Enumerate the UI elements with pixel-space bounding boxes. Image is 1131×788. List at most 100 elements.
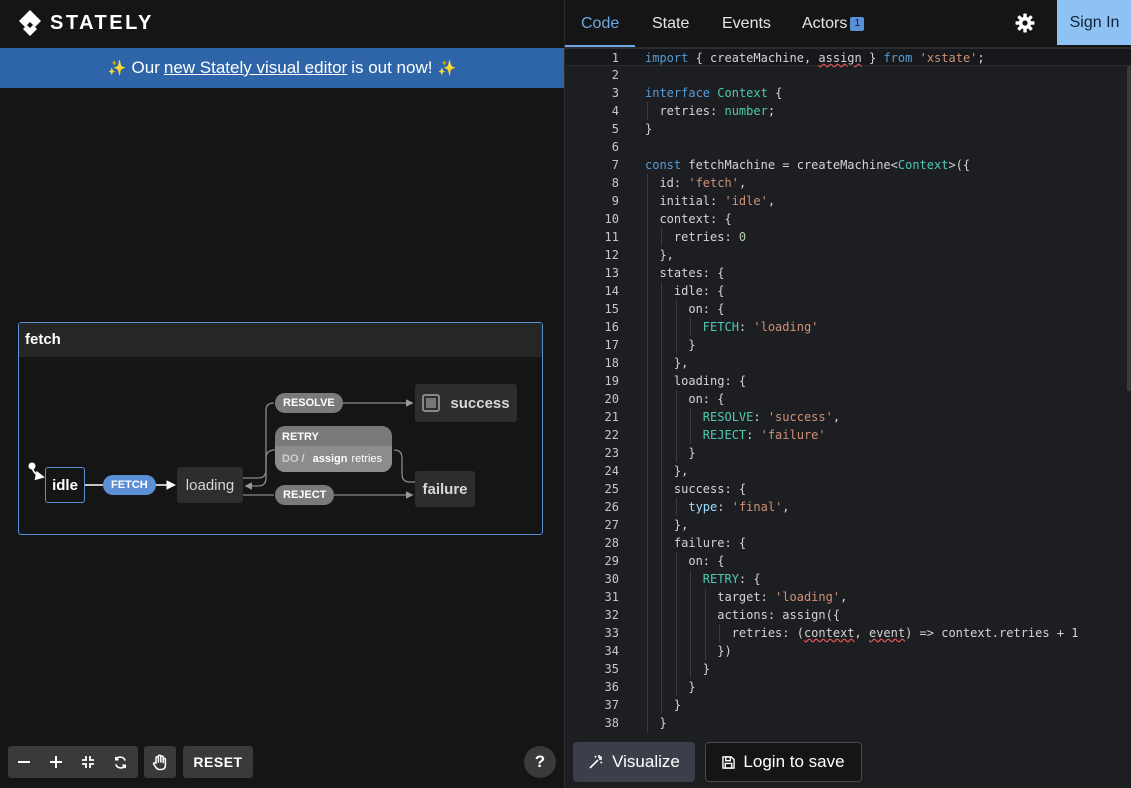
code-editor[interactable]: 1 import { createMachine, assign } from '… [565, 48, 1131, 732]
code-line[interactable]: 9 initial: 'idle', [565, 192, 1131, 210]
state-failure[interactable]: failure [415, 471, 475, 507]
code-text: FETCH: 'loading' [702, 320, 819, 334]
event-reject[interactable]: REJECT [275, 485, 335, 505]
editor-scrollbar[interactable] [1127, 66, 1131, 391]
final-state-icon [422, 394, 441, 412]
fit-view-icon [82, 756, 94, 768]
code-line[interactable]: 13 states: { [565, 264, 1131, 282]
code-line[interactable]: 26 type: 'final', [565, 498, 1131, 516]
code-line[interactable]: 37 } [565, 696, 1131, 714]
code-text: retries: number; [645, 104, 776, 118]
event-retry-actions: DO / assign retries [275, 446, 392, 472]
code-line[interactable]: 12 }, [565, 246, 1131, 264]
line-number: 14 [604, 284, 619, 298]
sparkle-icon: ✨ [107, 60, 127, 77]
tab-actors[interactable]: Actors 1 [802, 0, 865, 47]
code-line[interactable]: 18 }, [565, 354, 1131, 372]
code-line[interactable]: 30 RETRY: { [565, 570, 1131, 588]
code-line[interactable]: 10 context: { [565, 210, 1131, 228]
stately-logo-icon [19, 10, 41, 36]
code-line[interactable]: 31 target: 'loading', [565, 588, 1131, 606]
code-line[interactable]: 19 loading: { [565, 372, 1131, 390]
code-line[interactable]: 24 }, [565, 462, 1131, 480]
visualize-button[interactable]: Visualize [573, 742, 695, 782]
code-line[interactable]: 20 on: { [565, 390, 1131, 408]
fit-to-view-button[interactable] [72, 746, 104, 778]
line-number: 35 [604, 662, 619, 676]
code-line[interactable]: 33 retries: (context, event) => context.… [565, 624, 1131, 642]
sign-in-button[interactable]: Sign In [1057, 0, 1131, 45]
tab-state[interactable]: State [652, 0, 689, 47]
code-line[interactable]: 2 [565, 66, 1131, 84]
line-number: 12 [604, 248, 619, 262]
code-line[interactable]: 25 success: { [565, 480, 1131, 498]
state-success[interactable]: success [415, 384, 517, 422]
code-line[interactable]: 28 failure: { [565, 534, 1131, 552]
line-number: 33 [604, 626, 619, 640]
event-resolve[interactable]: RESOLVE [275, 393, 343, 413]
state-loading[interactable]: loading [177, 467, 243, 503]
code-line[interactable]: 27 }, [565, 516, 1131, 534]
event-retry[interactable]: RETRY DO / assign retries [275, 426, 392, 472]
line-number: 31 [604, 590, 619, 604]
line-number: 30 [604, 572, 619, 586]
code-text: states: { [645, 266, 725, 280]
zoom-in-button[interactable] [40, 746, 72, 778]
code-line[interactable]: 35 } [565, 660, 1131, 678]
visualizer-pane: STATELY ✨ Our new Stately visual editor … [0, 0, 564, 788]
code-text: context: { [645, 212, 732, 226]
tab-events[interactable]: Events [722, 0, 771, 47]
reset-button[interactable]: RESET [183, 746, 253, 778]
code-text: }, [645, 356, 689, 370]
line-number: 24 [604, 464, 619, 478]
stately-logo[interactable]: STATELY [18, 9, 154, 37]
pan-mode-button[interactable] [144, 746, 176, 778]
code-text: target: 'loading', [645, 590, 848, 604]
tab-code[interactable]: Code [564, 0, 636, 47]
code-line[interactable]: 36 } [565, 678, 1131, 696]
code-text: } [645, 446, 696, 460]
code-line[interactable]: 15 on: { [565, 300, 1131, 318]
code-line[interactable]: 11 retries: 0 [565, 228, 1131, 246]
code-line[interactable]: 1 import { createMachine, assign } from '… [565, 48, 1131, 66]
help-button[interactable]: ? [524, 746, 556, 778]
line-number: 25 [604, 482, 619, 496]
code-line[interactable]: 16 FETCH: 'loading' [565, 318, 1131, 336]
code-line[interactable]: 23 } [565, 444, 1131, 462]
magic-wand-icon [589, 755, 603, 769]
visual-editor-link[interactable]: new Stately visual editor [164, 58, 347, 78]
editor-actions: Visualize Login to save [565, 732, 1131, 788]
code-line[interactable]: 22 REJECT: 'failure' [565, 426, 1131, 444]
minus-icon [18, 761, 30, 763]
code-text: type: 'final', [688, 500, 790, 514]
zoom-out-button[interactable] [8, 746, 40, 778]
line-number: 37 [604, 698, 619, 712]
code-text: retries: 0 [645, 230, 747, 244]
code-line[interactable]: 29 on: { [565, 552, 1131, 570]
top-bar: STATELY [0, 0, 564, 47]
line-number: 3 [611, 86, 619, 100]
code-line[interactable]: 34 }) [565, 642, 1131, 660]
login-to-save-button[interactable]: Login to save [705, 742, 862, 782]
code-line[interactable]: 5} [565, 120, 1131, 138]
code-text: loading: { [645, 374, 747, 388]
code-line[interactable]: 14 idle: { [565, 282, 1131, 300]
code-line[interactable]: 6 [565, 138, 1131, 156]
code-line[interactable]: 4 retries: number; [565, 102, 1131, 120]
code-line[interactable]: 7 const fetchMachine = createMachine<Cont… [565, 156, 1131, 174]
state-idle[interactable]: idle [45, 467, 85, 503]
tab-actors-label: Actors [802, 15, 848, 32]
reset-zoom-button[interactable] [104, 746, 136, 778]
code-line[interactable]: 3 interface Context { [565, 84, 1131, 102]
event-fetch[interactable]: FETCH [103, 475, 156, 495]
line-number: 32 [604, 608, 619, 622]
line-number: 6 [611, 140, 619, 154]
code-text: on: { [645, 302, 725, 316]
code-line[interactable]: 38 } [565, 714, 1131, 732]
code-line[interactable]: 21 RESOLVE: 'success', [565, 408, 1131, 426]
gear-icon[interactable] [1015, 13, 1035, 33]
line-number: 19 [604, 374, 619, 388]
code-line[interactable]: 32 actions: assign({ [565, 606, 1131, 624]
code-line[interactable]: 17 } [565, 336, 1131, 354]
code-line[interactable]: 8 id: 'fetch', [565, 174, 1131, 192]
